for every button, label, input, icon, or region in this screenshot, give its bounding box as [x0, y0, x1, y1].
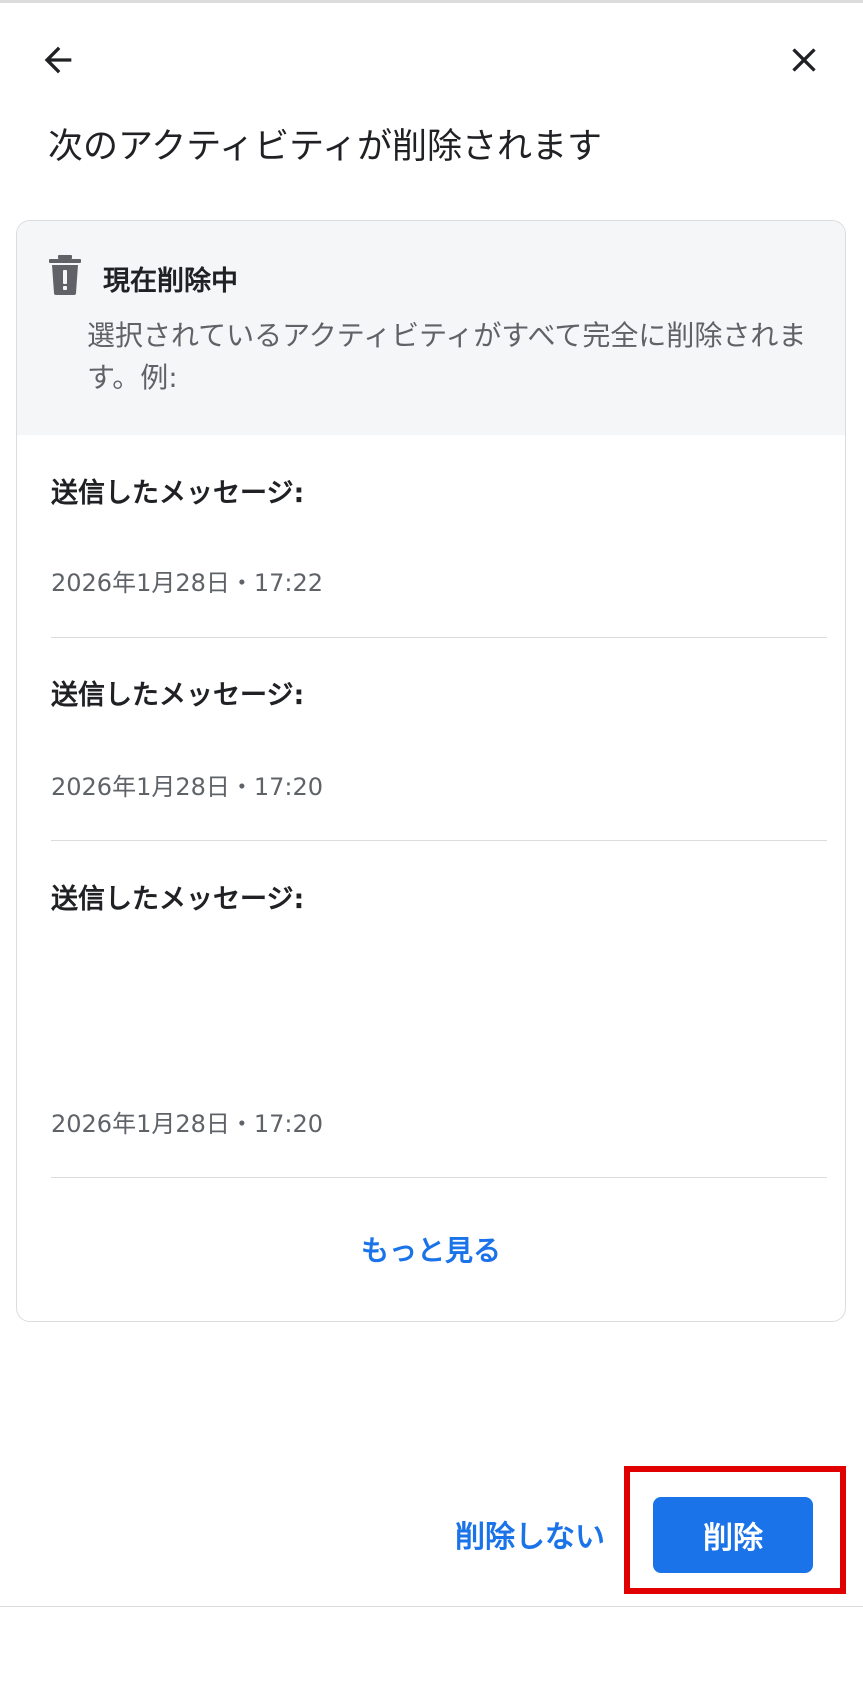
- back-button[interactable]: [26, 28, 90, 92]
- item-label: 送信したメッセージ:: [51, 680, 305, 711]
- bottom-divider: [0, 1606, 863, 1607]
- delete-button[interactable]: 削除: [653, 1497, 813, 1573]
- item-date: 2026年1月28日・17:20: [51, 773, 324, 801]
- trash-alert-icon: [49, 255, 81, 295]
- item-divider: [51, 1177, 827, 1178]
- deleting-now-title: 現在削除中: [103, 266, 238, 297]
- item-divider: [51, 637, 827, 638]
- deleting-description: 選択されているアクティビティがすべて完全に削除されます。例:: [87, 319, 807, 394]
- page-title: 次のアクティビティが削除されます: [48, 127, 603, 167]
- card-header: 現在削除中 選択されているアクティビティがすべて完全に削除されます。例:: [17, 221, 845, 435]
- item-label: 送信したメッセージ:: [51, 478, 305, 509]
- see-more-link[interactable]: もっと見る: [17, 1229, 845, 1269]
- item-date: 2026年1月28日・17:22: [51, 569, 324, 597]
- activity-card: 現在削除中 選択されているアクティビティがすべて完全に削除されます。例: 送信し…: [16, 220, 846, 1322]
- item-label: 送信したメッセージ:: [51, 884, 305, 915]
- item-date: 2026年1月28日・17:20: [51, 1110, 324, 1138]
- close-button[interactable]: [772, 28, 836, 92]
- item-divider: [51, 840, 827, 841]
- cancel-button[interactable]: 削除しない: [440, 1496, 620, 1572]
- close-icon: [792, 48, 816, 72]
- arrow-back-icon: [44, 46, 72, 74]
- top-edge-line: [0, 0, 863, 3]
